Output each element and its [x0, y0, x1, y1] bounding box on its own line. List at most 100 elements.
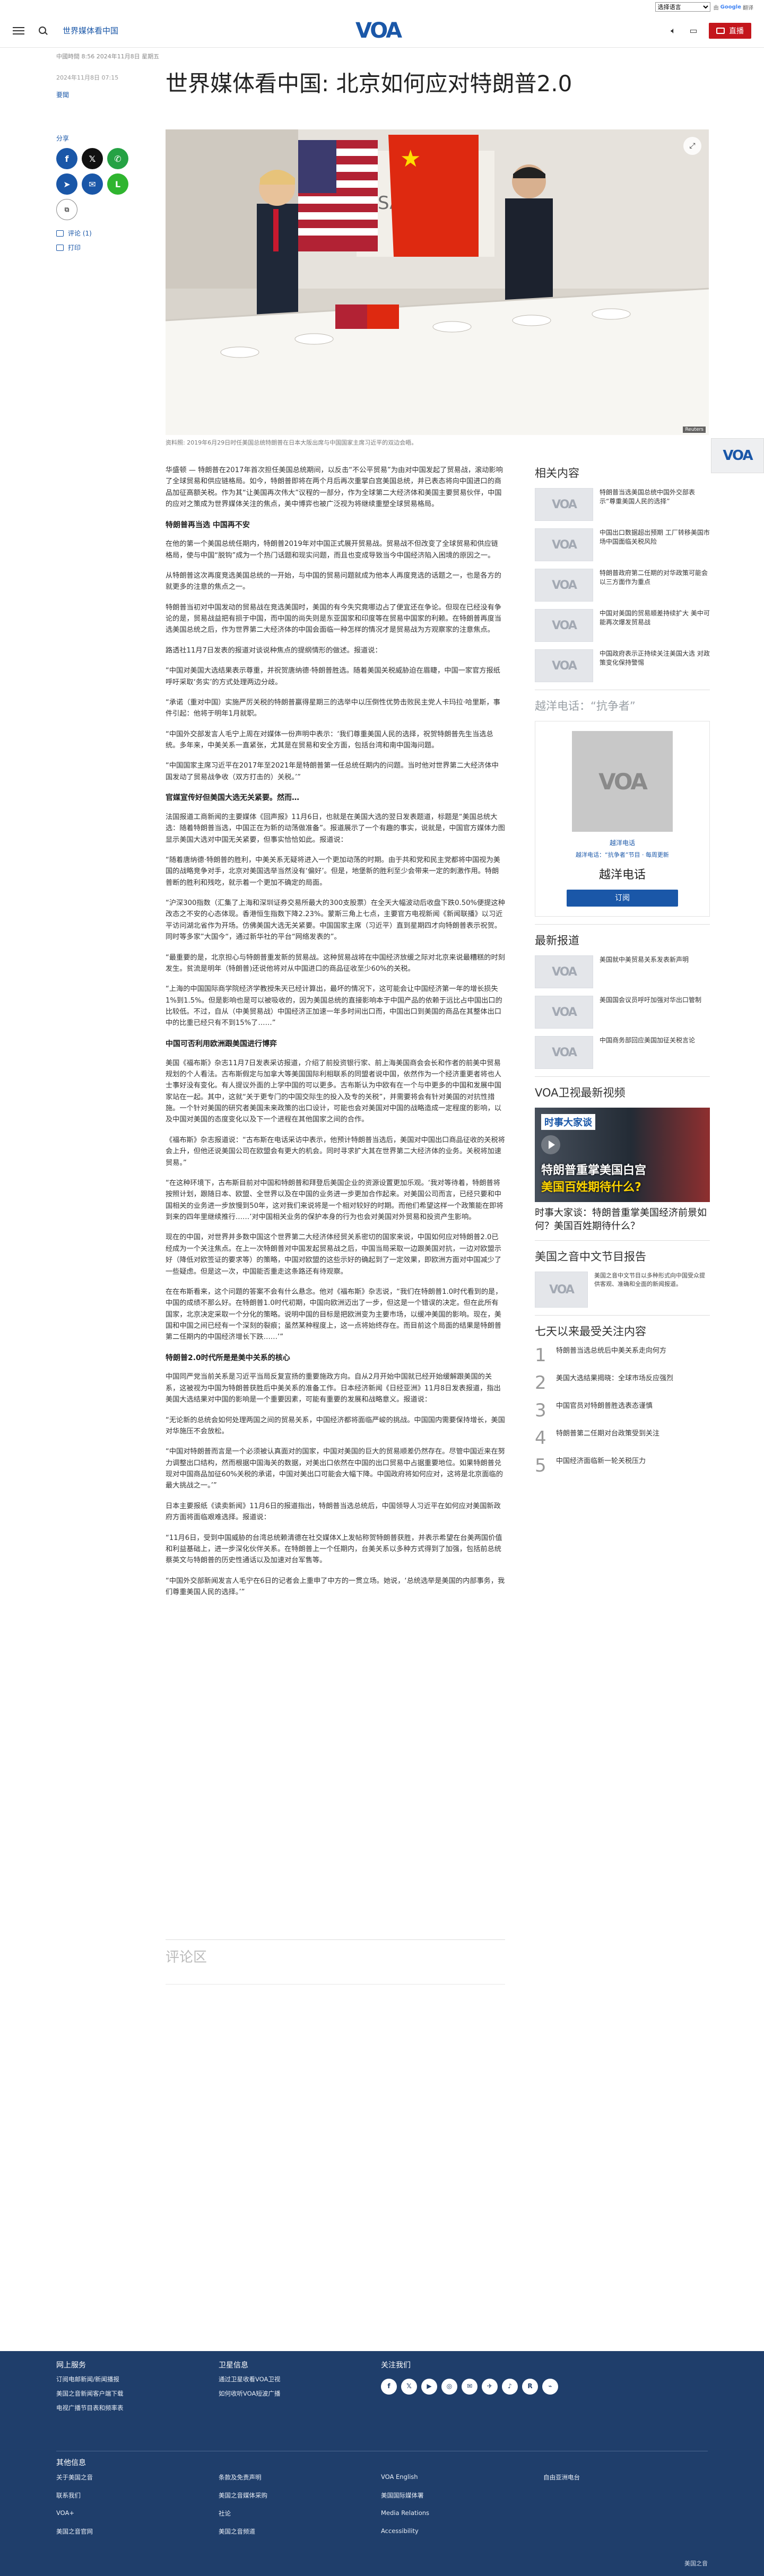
related-article[interactable]: VOA 中国政府表示正持续关注美国大选 对政策变化保持警惕 [535, 649, 710, 682]
footer-link[interactable]: Accessibility [381, 2527, 419, 2535]
footer-link[interactable]: VOA+ [56, 2509, 74, 2517]
hero-photo: SAKA 2 ★ [166, 129, 709, 435]
social-icon[interactable]: ✉ [462, 2379, 478, 2395]
footer-link[interactable]: 美国之音媒体采购 [219, 2491, 267, 2500]
facebook-icon[interactable]: f [56, 148, 77, 169]
footer-link[interactable]: 自由亚洲电台 [543, 2473, 580, 2482]
paragraph: 在他的第一个美国总统任期内，特朗普2019年对中国正式展开贸易战。贸易战不但改变… [166, 540, 498, 560]
whatsapp-icon[interactable]: ✆ [107, 148, 128, 169]
email-icon[interactable]: ✉ [82, 173, 103, 195]
footer-link[interactable]: 关于美国之音 [56, 2473, 93, 2482]
social-icon[interactable]: ♪ [502, 2379, 518, 2395]
related-article[interactable]: VOA 特朗普政府第二任期的对华政策可能会以三方面作为重点 [535, 569, 710, 602]
footer-link[interactable]: 通过卫星收看VOA卫视 [219, 2375, 280, 2383]
comments-link[interactable]: 评论 (1) [56, 229, 141, 238]
video-title-line2: 美国百姓期待什么? [541, 1181, 641, 1194]
footer-link[interactable]: 订阅电邮新闻/新闻播报 [56, 2375, 124, 2383]
copy-link-icon[interactable]: ⧉ [56, 199, 77, 220]
social-icon[interactable]: ✈ [482, 2379, 498, 2395]
social-icon[interactable]: ⌁ [542, 2379, 558, 2395]
social-icon[interactable]: ◎ [441, 2379, 457, 2395]
latest-article[interactable]: VOA 中国商务部回应美国加征关税言论 [535, 1036, 710, 1069]
paragraph: 中国同严党当前关系是习近平当局反复宣扬的重要施政方向。自从2月开始中国就已经开始… [166, 1373, 501, 1404]
popular-item[interactable]: 5 中国经济面临新一轮关税压力 [535, 1457, 710, 1475]
telegram-icon[interactable]: ➤ [56, 173, 77, 195]
related-article-thumbnail: VOA [535, 528, 593, 561]
podcast-label: 越洋电话 [609, 839, 635, 847]
popular-item[interactable]: 1 特朗普当选总统后中美关系走向何方 [535, 1346, 710, 1364]
latest-article-title: 中国商务部回应美国加征关税言论 [600, 1037, 696, 1044]
comments-divider [166, 1984, 505, 1985]
comments-heading: 评论区 [166, 1950, 207, 1965]
report-text: 美国之音中文节目以多种形式向中国受众提供客观、准确和全面的新闻报道。 [594, 1272, 705, 1288]
footer-link[interactable]: 美国之音频道 [219, 2527, 255, 2536]
speaker-icon[interactable]: 🔈︎ [668, 26, 678, 35]
live-button[interactable]: 直播 [709, 22, 751, 39]
section-link[interactable]: 世界媒体看中国 [63, 25, 118, 36]
popular-rank: 2 [535, 1372, 546, 1394]
footer-link[interactable]: 社论 [219, 2509, 231, 2518]
sidebar: 相关内容 VOA 特朗普当选美国总统中国外交部表示“尊重美国人民的选择” VOA 中国… [535, 465, 710, 1484]
footer-link[interactable]: 美国之音官网 [56, 2527, 93, 2536]
latest-article[interactable]: VOA 美国国会议员呼吁加强对华出口管制 [535, 996, 710, 1029]
paragraph: “在这种环境下，古布斯目前对中国和特朗普和拜登后美国企业的资源设置更加乐观。‘我… [166, 1179, 503, 1222]
footer-link[interactable]: 美国国际媒体署 [381, 2491, 424, 2500]
floating-voa-logo[interactable]: VOA [711, 438, 764, 473]
podcast-card: VOA 越洋电话 越洋电话：“抗争者”节目 · 每周更新 越洋电话 订阅 [535, 721, 710, 917]
footer-link[interactable]: 联系我们 [56, 2491, 81, 2500]
report-heading: 美国之音中文节目报告 [535, 1250, 646, 1264]
share-label: 分享 [56, 135, 70, 142]
related-article-title: 特朗普政府第二任期的对华政策可能会以三方面作为重点 [600, 569, 708, 586]
paragraph: “11月6日，受到中国威胁的台湾总统赖清德在社交媒体X上发帖称贺特朗普获胜，并表… [166, 1534, 502, 1565]
latest-article[interactable]: VOA 美国就中美贸易关系发表新声明 [535, 955, 710, 988]
footer-link[interactable]: 如何收听VOA短波广播 [219, 2390, 280, 2398]
social-icon[interactable]: f [381, 2379, 397, 2395]
x-icon[interactable]: 𝕏 [82, 148, 103, 169]
voa-logo[interactable]: VOA [355, 19, 411, 42]
tv-icon[interactable]: ▭ [689, 26, 698, 35]
live-tv-icon [716, 27, 725, 34]
footer-satellite: 卫星信息 通过卫星收看VOA卫视 如何收听VOA短波广播 [219, 2361, 281, 2398]
related-article[interactable]: VOA 中国出口数据超出预期 工厂转移美国市场中国面临关税风险 [535, 528, 710, 561]
popular-item[interactable]: 2 美国大选结果揭晓：全球市场反应强烈 [535, 1374, 710, 1392]
footer-link[interactable]: 电视广播节目表和频率表 [56, 2404, 124, 2412]
paragraph: 《福布斯》杂志报道说：“古布斯在电话采访中表示，他预计特朗普当选后，美国对中国出… [166, 1136, 505, 1167]
section-heading: 特朗普2.0时代所是是美中关系的核心 [166, 1353, 290, 1362]
footer-link[interactable]: Media Relations [381, 2509, 429, 2517]
video-thumbnail[interactable]: 时事大家谈 特朗普重掌美国白宫 美国百姓期待什么? [535, 1108, 710, 1202]
paragraph: 路透社11月7日发表的报道对谈说种焦点的提纲情形的做述。报道说： [166, 646, 382, 655]
report-item[interactable]: VOA 美国之音中文节目以多种形式向中国受众提供客观、准确和全面的新闻报道。 [535, 1272, 710, 1308]
latest-heading: 最新报道 [535, 934, 579, 947]
subscribe-button[interactable]: 订阅 [567, 890, 678, 907]
related-article-thumbnail: VOA [535, 649, 593, 682]
popular-item[interactable]: 3 中国官员对特朗普胜选表态谨慎 [535, 1402, 710, 1420]
paragraph: 华盛顿 — 特朗普在2017年首次担任美国总统期间，以反击“不公平贸易”为由对中… [166, 466, 503, 509]
video-caption[interactable]: 时事大家谈：特朗普重掌美国经济前景如何？美国百姓期待什么？ [535, 1206, 710, 1233]
footer-link[interactable]: VOA English [381, 2473, 418, 2481]
line-icon[interactable]: L [107, 173, 128, 195]
social-icon[interactable]: 𝕏 [401, 2379, 417, 2395]
related-article[interactable]: VOA 特朗普当选美国总统中国外交部表示“尊重美国人民的选择” [535, 488, 710, 521]
social-icon[interactable]: ▶ [421, 2379, 437, 2395]
related-article-title: 中国政府表示正持续关注美国大选 对政策变化保持警惕 [600, 650, 710, 667]
play-icon[interactable] [541, 1135, 560, 1154]
search-icon[interactable] [38, 26, 48, 36]
popular-item[interactable]: 4 特朗普第二任期对台政策受到关注 [535, 1429, 710, 1447]
expand-icon[interactable]: ⤢ [683, 137, 701, 155]
paragraph: 日本主要报纸《读卖新闻》11月6日的报道指出，特朗普当选总统后，中国领导人习近平… [166, 1502, 501, 1522]
menu-icon[interactable] [13, 27, 24, 34]
print-link[interactable]: 打印 [56, 243, 141, 252]
footer-link[interactable]: 美国之音新闻客户端下载 [56, 2390, 124, 2398]
social-icon[interactable]: R [522, 2379, 538, 2395]
article-category[interactable]: 要聞 [56, 90, 69, 99]
paragraph: “中国国家主席习近平在2017年至2021年是特朗普第一任总统任期内的问题。当时… [166, 762, 499, 781]
popular-title: 美国大选结果揭晓：全球市场反应强烈 [556, 1374, 674, 1383]
paragraph: 在在布斯看来，这个问题的答案不会有什么悬念。他对《福布斯》杂志说，“我们在特朗普… [166, 1287, 502, 1342]
language-select[interactable]: 选择语言 [655, 2, 710, 12]
share-rail: 分享 f 𝕏 ✆ ➤ ✉ L ⧉ 评论 (1) 打印 [56, 134, 141, 252]
related-article[interactable]: VOA 中国对美国的贸易顺差持续扩大 美中可能再次爆发贸易战 [535, 609, 710, 642]
video-tag: 时事大家谈 [541, 1114, 595, 1130]
section-heading: 中国可否利用欧洲跟美国进行博弈 [166, 1039, 277, 1048]
sidebar-divider [535, 924, 710, 925]
footer-link[interactable]: 条款及免责声明 [219, 2473, 262, 2482]
